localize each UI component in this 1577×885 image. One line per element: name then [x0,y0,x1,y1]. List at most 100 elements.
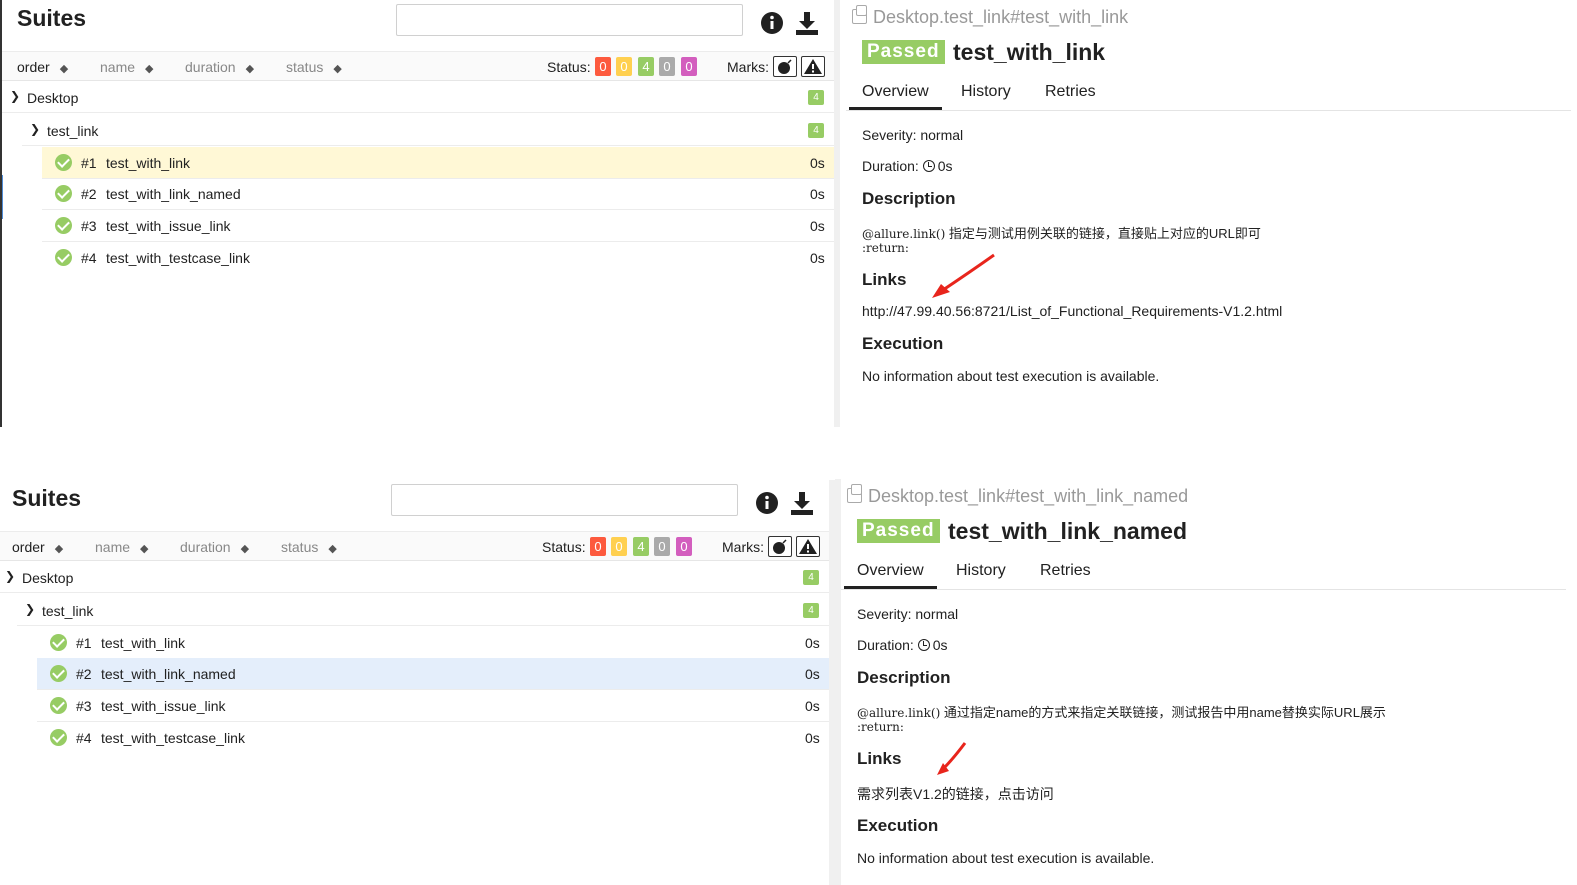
case-number: #1 [81,155,97,171]
status-filter-label: Status: [547,59,591,75]
status-skipped-badge[interactable]: 0 [659,57,675,76]
copy-icon[interactable] [847,484,862,503]
status-failed-badge[interactable]: 0 [595,57,611,76]
suites-panel-bottom: Suites order ◆ name ◆ duration ◆ status ◆ St… [0,480,835,885]
status-passed-badge[interactable]: 4 [638,57,654,76]
passed-check-icon [55,185,72,202]
sort-duration[interactable]: duration ◆ [180,539,249,555]
chevron-down-icon: ❯ [25,602,36,616]
suites-title: Suites [12,485,82,511]
test-case-row[interactable]: #3 test_with_issue_link 0s [37,690,829,722]
detail-tabs: Overview History Retries [846,79,1571,111]
test-case-row[interactable]: #4 test_with_testcase_link 0s [37,722,829,754]
sort-duration[interactable]: duration ◆ [185,59,254,75]
status-passed-badge[interactable]: 4 [633,537,649,556]
case-duration: 0s [805,698,820,714]
status-unknown-badge[interactable]: 0 [676,537,692,556]
status-badge: Passed [862,40,945,64]
sort-order[interactable]: order ◆ [12,539,63,555]
sort-order[interactable]: order ◆ [17,59,68,75]
status-failed-badge[interactable]: 0 [590,537,606,556]
bomb-icon [778,59,792,74]
suites-title: Suites [17,5,87,31]
status-unknown-badge[interactable]: 0 [681,57,697,76]
case-number: #3 [81,218,97,234]
execution-heading: Execution [862,334,944,353]
tree-group-test-link[interactable]: ❯ test_link 4 [17,594,829,626]
case-name: test_with_link [101,635,186,651]
test-link[interactable]: 需求列表V1.2的链接，点击访问 [857,784,1054,804]
tab-retries[interactable]: Retries [1045,83,1096,101]
sort-status[interactable]: status ◆ [281,539,337,555]
duration: Duration: 0s [862,158,953,174]
tab-overview[interactable]: Overview [857,562,924,580]
test-case-row[interactable]: #2 test_with_link_named 0s [37,658,829,690]
group-count-badge: 4 [808,90,824,105]
case-number: #1 [76,635,92,651]
status-skipped-badge[interactable]: 0 [654,537,670,556]
test-title: test_with_link_named [948,518,1188,544]
sort-arrows-icon: ◆ [59,63,69,75]
tree-group-desktop[interactable]: ❯ Desktop 4 [0,561,829,593]
marks-label: Marks: [727,59,769,75]
chevron-down-icon: ❯ [5,569,16,583]
tab-overview[interactable]: Overview [862,83,929,101]
tab-history[interactable]: History [961,83,1011,101]
severity: Severity: normal [857,606,959,622]
marks-label: Marks: [722,539,764,555]
test-case-row[interactable]: #1 test_with_link 0s [37,627,829,659]
test-case-row[interactable]: #3 test_with_issue_link 0s [42,210,834,242]
test-case-row[interactable]: #2 test_with_link_named 0s [42,178,834,210]
group-count-badge: 4 [803,603,819,618]
sort-arrows-icon: ◆ [145,63,154,75]
sort-name[interactable]: name ◆ [95,539,149,555]
copy-icon[interactable] [852,5,867,24]
passed-check-icon [50,697,67,714]
group-label: Desktop [27,90,79,106]
active-tab-indicator [849,107,942,110]
case-number: #4 [76,730,92,746]
panel-divider[interactable] [835,479,841,885]
test-link[interactable]: http://47.99.40.56:8721/List_of_Function… [862,303,1282,319]
flaky-mark-button[interactable] [768,536,792,557]
status-badge: Passed [857,519,940,543]
flaky-mark-button[interactable] [773,56,797,77]
sort-arrows-icon: ◆ [333,63,342,75]
group-count-badge: 4 [803,570,819,585]
description-heading: Description [862,189,956,208]
description-text: @allure.link() 指定与测试用例关联的链接，直接贴上对应的URL即可 [862,226,1261,241]
tab-history[interactable]: History [956,562,1006,580]
status-broken-badge[interactable]: 0 [616,57,632,76]
clock-icon [922,160,935,172]
status-broken-badge[interactable]: 0 [611,537,627,556]
active-tab-indicator [844,586,937,589]
tree-group-test-link[interactable]: ❯ test_link 4 [22,114,834,146]
tree-group-desktop[interactable]: ❯ Desktop 4 [2,81,834,113]
breadcrumb[interactable]: Desktop.test_link#test_with_link_named [847,484,1188,507]
case-name: test_with_testcase_link [101,730,245,746]
test-case-row[interactable]: #1 test_with_link 0s [42,147,834,179]
info-icon[interactable] [759,10,785,36]
info-icon[interactable] [754,490,780,516]
sort-status[interactable]: status ◆ [286,59,342,75]
window-edge [0,0,2,427]
passed-check-icon [50,665,67,682]
search-input[interactable] [391,484,738,516]
test-case-row[interactable]: #4 test_with_testcase_link 0s [42,242,834,274]
suites-panel-top: Suites order ◆ name ◆ duration ◆ status ◆ St… [0,0,840,427]
group-count-badge: 4 [808,123,824,138]
breadcrumb[interactable]: Desktop.test_link#test_with_link [852,5,1128,28]
sort-arrows-icon: ◆ [140,543,149,555]
new-failed-mark-button[interactable] [796,536,820,557]
execution-text: No information about test execution is a… [862,368,1160,384]
tab-retries[interactable]: Retries [1040,562,1091,580]
execution-text: No information about test execution is a… [857,850,1155,866]
new-failed-mark-button[interactable] [801,56,825,77]
sort-name[interactable]: name ◆ [100,59,154,75]
execution-heading: Execution [857,816,939,835]
search-input[interactable] [396,4,743,36]
download-icon[interactable] [789,490,815,516]
download-icon[interactable] [794,10,820,36]
group-label: test_link [47,123,99,139]
case-name: test_with_issue_link [106,218,231,234]
